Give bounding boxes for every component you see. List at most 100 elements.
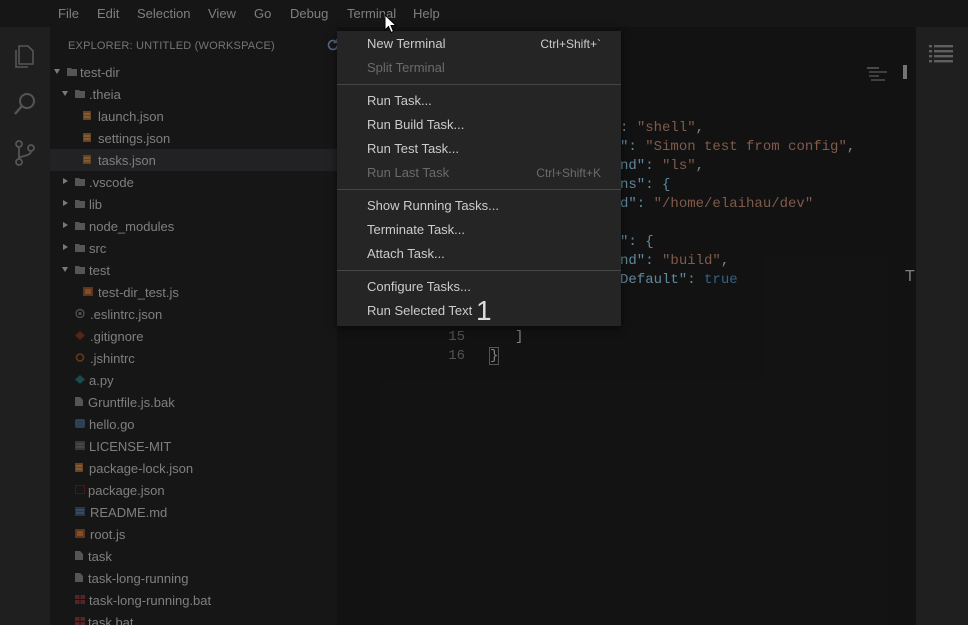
tree-item-test-dir[interactable]: test-dir <box>50 61 337 83</box>
license-file-icon <box>75 441 85 450</box>
git-file-icon <box>75 331 85 340</box>
folder-icon <box>75 90 85 98</box>
tree-label: task-long-running <box>88 571 189 586</box>
tree-item-package-lock[interactable]: package-lock.json <box>50 457 337 479</box>
menu-separator <box>337 84 621 85</box>
tree-item-launch-json[interactable]: launch.json <box>50 105 337 127</box>
tree-item-root-js[interactable]: root.js <box>50 523 337 545</box>
tree-label: task-long-running.bat <box>89 593 212 608</box>
tree-item-task-long-running-bat[interactable]: task-long-running.bat <box>50 589 337 611</box>
tree-item-settings-json[interactable]: settings.json <box>50 127 337 149</box>
menu-item-show-running-tasks[interactable]: Show Running Tasks... <box>337 194 621 216</box>
file-icon <box>75 551 83 560</box>
tree-label: root.js <box>90 527 126 542</box>
tree-label: test <box>89 263 110 278</box>
menu-item-attach-task[interactable]: Attach Task... <box>337 242 621 264</box>
tree-label: test-dir_test.js <box>98 285 179 300</box>
json-file-icon <box>75 463 83 472</box>
tree-label: task <box>88 549 112 564</box>
menu-item-new-terminal[interactable]: New Terminal Ctrl+Shift+` <box>337 32 621 54</box>
code-line: ns": { <box>620 177 671 193</box>
menu-item-run-build-task[interactable]: Run Build Task... <box>337 113 621 135</box>
tree-label: tasks.json <box>98 153 156 168</box>
menu-selection[interactable]: Selection <box>137 6 190 21</box>
tree-label: README.md <box>90 505 168 520</box>
activity-bar <box>0 27 50 625</box>
tree-label: settings.json <box>98 131 171 146</box>
tree-item-test-dir-test-js[interactable]: test-dir_test.js <box>50 281 337 303</box>
tree-item-lib[interactable]: lib <box>50 193 337 215</box>
terminal-menu-dropdown: New Terminal Ctrl+Shift+` Split Terminal… <box>337 31 621 326</box>
tree-item-gruntfile[interactable]: Gruntfile.js.bak <box>50 391 337 413</box>
tree-item-task[interactable]: task <box>50 545 337 567</box>
tree-item-vscode[interactable]: .vscode <box>50 171 337 193</box>
source-control-icon[interactable] <box>10 138 40 168</box>
outline-icon[interactable] <box>929 44 953 64</box>
tree-item-task-bat[interactable]: task.bat <box>50 611 337 625</box>
files-icon[interactable] <box>10 41 40 71</box>
step-number-badge: 1 <box>476 295 492 326</box>
code-line: } <box>488 347 500 365</box>
menu-file[interactable]: File <box>58 6 79 21</box>
menu-view[interactable]: View <box>208 6 236 21</box>
menu-bar: File Edit Selection View Go Debug Termin… <box>0 0 968 27</box>
minimap <box>867 65 907 81</box>
tree-label: launch.json <box>98 109 164 124</box>
tree-item-theia[interactable]: .theia <box>50 83 337 105</box>
folder-icon <box>75 178 85 186</box>
json-file-icon <box>83 111 91 120</box>
tree-label: .theia <box>89 87 121 102</box>
folder-icon <box>75 222 85 230</box>
windows-file-icon <box>75 595 85 604</box>
code-line: nd": "ls", <box>620 158 705 174</box>
search-icon[interactable] <box>10 89 40 119</box>
tree-item-gitignore[interactable]: .gitignore <box>50 325 337 347</box>
tree-item-package-json[interactable]: package.json <box>50 479 337 501</box>
menu-go[interactable]: Go <box>254 6 271 21</box>
tree-item-license[interactable]: LICENSE-MIT <box>50 435 337 457</box>
tree-item-eslintrc[interactable]: .eslintrc.json <box>50 303 337 325</box>
code-line: ] <box>515 329 524 345</box>
code-line: : "shell", <box>620 120 705 136</box>
folder-icon <box>75 266 85 274</box>
menu-item-terminate-task[interactable]: Terminate Task... <box>337 218 621 240</box>
tree-label: package.json <box>88 483 165 498</box>
tree-item-test[interactable]: test <box>50 259 337 281</box>
tree-label: .jshintrc <box>90 351 135 366</box>
menu-help[interactable]: Help <box>413 6 440 21</box>
menu-debug[interactable]: Debug <box>290 6 328 21</box>
tree-label: Gruntfile.js.bak <box>88 395 175 410</box>
tree-label: package-lock.json <box>89 461 194 476</box>
menu-edit[interactable]: Edit <box>97 6 119 21</box>
tree-item-hello-go[interactable]: hello.go <box>50 413 337 435</box>
tree-item-a-py[interactable]: a.py <box>50 369 337 391</box>
code-line: ": "Simon test from config", <box>620 139 856 155</box>
menu-item-run-last-task: Run Last Task Ctrl+Shift+K <box>367 165 601 180</box>
tree-item-jshintrc[interactable]: .jshintrc <box>50 347 337 369</box>
tree-item-src[interactable]: src <box>50 237 337 259</box>
windows-file-icon <box>75 617 85 625</box>
tree-item-task-long-running[interactable]: task-long-running <box>50 567 337 589</box>
code-line: Default": true <box>620 272 738 288</box>
menu-item-configure-tasks[interactable]: Configure Tasks... <box>337 275 621 297</box>
refresh-icon[interactable] <box>326 38 337 52</box>
json-file-icon <box>83 133 91 142</box>
file-icon <box>75 573 83 582</box>
code-line: nd": "build", <box>620 253 730 269</box>
config-file-icon <box>75 353 85 362</box>
tree-item-readme[interactable]: README.md <box>50 501 337 523</box>
menu-item-run-test-task[interactable]: Run Test Task... <box>337 137 621 159</box>
folder-icon <box>75 200 85 208</box>
tree-item-node-modules[interactable]: node_modules <box>50 215 337 237</box>
folder-icon <box>67 68 77 76</box>
mouse-cursor-icon <box>384 14 398 34</box>
code-line: ": { <box>620 234 654 250</box>
tree-item-tasks-json[interactable]: tasks.json <box>50 149 337 171</box>
menu-item-run-task[interactable]: Run Task... <box>337 89 621 111</box>
line-number: 16 <box>448 348 465 364</box>
python-file-icon <box>75 375 85 384</box>
tree-label: src <box>89 241 107 256</box>
tree-label: a.py <box>89 373 114 388</box>
file-icon <box>75 397 83 406</box>
tree-label: lib <box>89 197 103 212</box>
